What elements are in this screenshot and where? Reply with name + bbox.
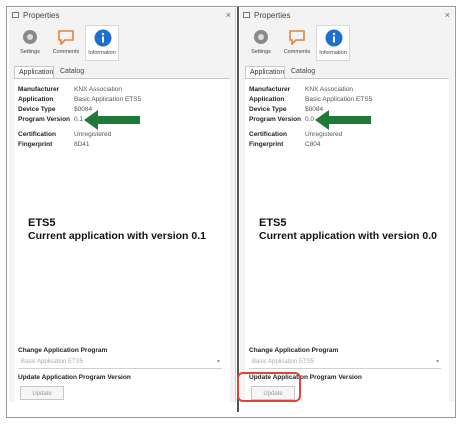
information-label: Information xyxy=(88,50,116,56)
prop-value: 8D41 xyxy=(74,141,90,148)
settings-button[interactable]: Settings xyxy=(244,25,278,61)
prop-value: 0.1 xyxy=(74,116,84,123)
comments-button[interactable]: Comments xyxy=(280,25,314,61)
chevron-down-icon: ▾ xyxy=(216,359,220,365)
tab-catalog[interactable]: Catalog xyxy=(287,66,319,78)
info-icon xyxy=(325,29,343,47)
comment-icon xyxy=(289,30,305,45)
information-label: Information xyxy=(319,50,347,56)
prop-key: Application xyxy=(249,96,285,103)
panel-title: Properties xyxy=(254,11,291,20)
prop-key: Fingerprint xyxy=(249,141,284,148)
info-icon xyxy=(94,29,112,47)
update-version-label: Update Application Program Version xyxy=(18,374,131,381)
version-heading-title: ETS5 xyxy=(28,217,56,229)
prop-key: Manufacturer xyxy=(18,86,60,93)
prop-value: Unregistered xyxy=(305,131,343,138)
update-highlight-box xyxy=(237,372,301,402)
prop-value: C804 xyxy=(305,141,321,148)
properties-window-icon xyxy=(243,12,250,18)
comments-button[interactable]: Comments xyxy=(49,25,83,61)
information-button[interactable]: Information xyxy=(316,25,350,61)
version-heading-subtitle: Current application with version 0.1 xyxy=(28,230,206,242)
prop-key: Manufacturer xyxy=(249,86,291,93)
dropdown-value: Basic Application ETS5 xyxy=(252,359,315,365)
prop-key: Application xyxy=(18,96,54,103)
comments-label: Comments xyxy=(283,49,311,55)
gear-icon xyxy=(254,30,268,44)
close-icon[interactable]: × xyxy=(445,10,450,20)
version-heading-title: ETS5 xyxy=(259,217,287,229)
update-button[interactable]: Update xyxy=(20,386,64,400)
prop-value: 0.0 xyxy=(305,116,315,123)
tab-application[interactable]: Application xyxy=(245,66,285,78)
application-program-dropdown[interactable]: Basic Application ETS5 ▾ xyxy=(249,357,441,369)
prop-value: Basic Application ETS5 xyxy=(74,96,142,103)
tab-catalog[interactable]: Catalog xyxy=(56,66,88,78)
green-arrow-icon xyxy=(84,110,140,130)
prop-value: Basic Application ETS5 xyxy=(305,96,373,103)
prop-key: Device Type xyxy=(249,106,287,113)
prop-key: Program Version xyxy=(18,116,71,123)
information-content: Manufacturer KNX Association Application… xyxy=(245,78,449,402)
information-content: Manufacturer KNX Association Application… xyxy=(14,78,230,402)
properties-toolbar: Settings Comments Information xyxy=(9,25,235,61)
application-program-dropdown[interactable]: Basic Application ETS5 ▾ xyxy=(18,357,222,369)
change-application-label: Change Application Program xyxy=(249,347,339,354)
gear-icon xyxy=(23,30,37,44)
panel-titlebar: Properties × xyxy=(240,8,454,24)
dropdown-value: Basic Application ETS5 xyxy=(21,359,84,365)
version-heading-subtitle: Current application with version 0.0 xyxy=(259,230,437,242)
panel-title: Properties xyxy=(23,11,60,20)
chevron-down-icon: ▾ xyxy=(435,359,439,365)
close-icon[interactable]: × xyxy=(226,10,231,20)
properties-panel-right: Properties × Settings Comments Informati… xyxy=(240,8,454,402)
prop-key: Device Type xyxy=(18,106,56,113)
prop-value: KNX Association xyxy=(305,86,354,93)
prop-value: Unregistered xyxy=(74,131,112,138)
green-arrow-icon xyxy=(315,110,371,130)
prop-key: Certification xyxy=(249,131,287,138)
prop-key: Program Version xyxy=(249,116,302,123)
panel-titlebar: Properties × xyxy=(9,8,235,24)
panel-divider xyxy=(237,7,239,412)
tab-application[interactable]: Application xyxy=(14,66,54,78)
properties-panel-left: Properties × Settings Comments Informati… xyxy=(9,8,236,402)
change-application-label: Change Application Program xyxy=(18,347,108,354)
properties-toolbar: Settings Comments Information xyxy=(240,25,454,61)
comment-icon xyxy=(58,30,74,45)
properties-window-icon xyxy=(12,12,19,18)
information-button[interactable]: Information xyxy=(85,25,119,61)
settings-button[interactable]: Settings xyxy=(13,25,47,61)
prop-key: Certification xyxy=(18,131,56,138)
comments-label: Comments xyxy=(52,49,80,55)
prop-key: Fingerprint xyxy=(18,141,53,148)
prop-value: KNX Association xyxy=(74,86,123,93)
